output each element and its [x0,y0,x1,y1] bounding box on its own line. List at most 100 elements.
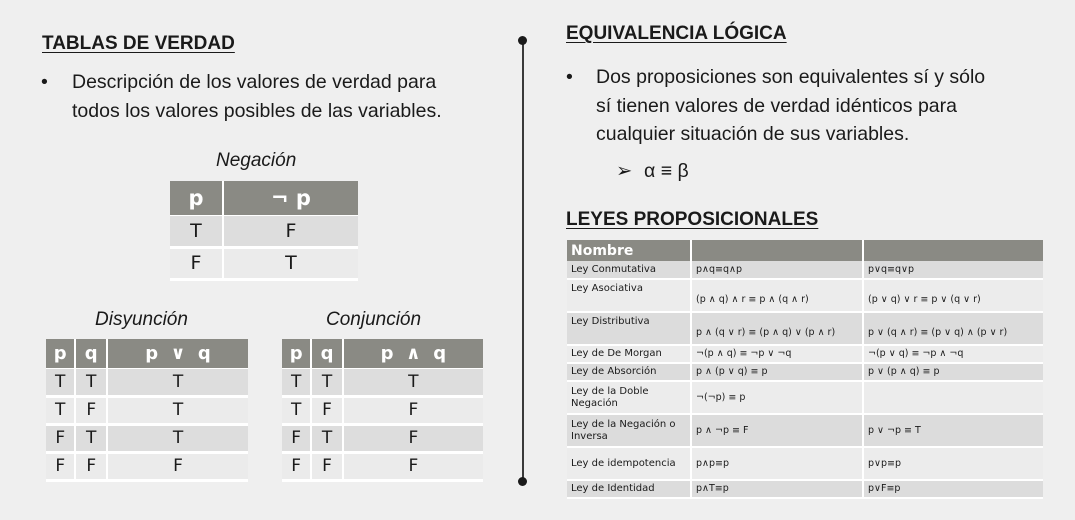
disjunction-caption: Disyunción [95,309,188,330]
table-row: Ley de la Doble Negación ¬(¬p) ≡ p [567,381,1043,415]
table-row: F T T [46,424,248,454]
table-cell: T [170,215,224,249]
table-row: T T T [282,368,483,398]
bullet-dot: • [41,71,48,93]
table-cell: T [107,424,248,454]
description-line-2: sí tienen valores de verdad idénticos pa… [596,94,957,117]
table-cell: F [75,396,109,426]
table-header-row: p q p ∧ q [282,339,483,369]
table-row: Ley de la Negación o Inversa p ∧ ¬p ≡ F … [567,414,1043,448]
truth-tables-description: • Descripción de los valores de verdad p… [41,68,501,128]
table-row: Ley de idempotencia p∧p≡p p∨p≡p [567,447,1043,481]
law-name: Ley de Identidad [567,480,692,499]
column-header: p [46,339,77,369]
law-formula: p∨p≡p [863,447,1043,481]
law-name: Ley Asociativa [567,279,692,313]
column-header: p ∧ q [342,339,483,369]
column-header: q [311,339,344,369]
table-cell: F [75,452,109,482]
table-row: F T F [282,424,483,454]
table-cell: F [46,452,77,482]
negation-truth-table: p ¬ p T F F T [170,181,358,281]
law-formula: p ∨ ¬p ≡ T [863,414,1043,448]
law-formula: p∨F≡p [863,480,1043,499]
column-header: q [75,339,109,369]
logical-equivalence-heading: EQUIVALENCIA LÓGICA [566,23,787,44]
negation-caption: Negación [216,150,297,171]
law-formula: (p ∨ q) ∨ r ≡ p ∨ (q ∨ r) [863,279,1043,313]
table-cell: F [342,396,483,426]
propositional-laws-heading: LEYES PROPOSICIONALES [566,209,819,230]
table-cell: F [282,424,313,454]
divider-top-dot [518,36,527,45]
table-cell: T [311,368,344,398]
equivalence-description: • Dos proposiciones son equivalentes sí … [566,63,1056,153]
law-name: Ley de Absorción [567,363,692,382]
law-formula: p ∧ ¬p ≡ F [691,414,864,448]
table-cell: T [46,368,77,398]
law-formula: (p ∧ q) ∧ r ≡ p ∧ (q ∧ r) [691,279,864,313]
column-header: p [170,181,224,216]
table-row: Ley de De Morgan ¬(p ∧ q) ≡ ¬p ∨ ¬q ¬(p … [567,345,1043,364]
table-cell: F [342,424,483,454]
table-cell: T [342,368,483,398]
column-header [863,240,1043,261]
truth-tables-heading: TABLAS DE VERDAD [42,33,235,54]
conjunction-truth-table: p q p ∧ q T T T T F F F T F F F F [282,339,483,482]
table-row: Ley Distributiva p ∧ (q ∨ r) ≡ (p ∧ q) ∨… [567,312,1043,346]
law-name: Ley de la Negación o Inversa [567,414,692,448]
law-formula: p ∧ (q ∨ r) ≡ (p ∧ q) ∨ (p ∧ r) [691,312,864,346]
table-cell: F [46,424,77,454]
table-cell: T [282,396,313,426]
law-formula: ¬(p ∧ q) ≡ ¬p ∨ ¬q [691,345,864,364]
description-line-3: cualquier situación de sus variables. [596,123,910,145]
law-name: Ley de De Morgan [567,345,692,364]
table-row: T T T [46,368,248,398]
description-line-1: Dos proposiciones son equivalentes sí y … [596,66,986,88]
column-header: ¬ p [222,181,358,216]
description-line-1: Descripción de los valores de verdad par… [72,71,437,93]
column-header: p ∨ q [107,339,248,369]
table-cell: F [311,396,344,426]
table-row: T F T [46,396,248,426]
law-formula: p ∨ (q ∧ r) ≡ (p ∨ q) ∧ (p ∨ r) [863,312,1043,346]
law-name: Ley de la Doble Negación [567,381,692,415]
law-name: Ley de idempotencia [567,447,692,481]
propositional-laws-table: Nombre Ley Conmutativa p∧q≡q∧p p∨q≡q∨p L… [567,240,1043,499]
table-cell: F [311,452,344,482]
table-cell: T [311,424,344,454]
table-row: F F F [282,452,483,482]
law-formula: p ∧ (p ∨ q) ≡ p [691,363,864,382]
table-cell: T [75,424,109,454]
bullet-dot: • [566,66,573,88]
table-cell: F [342,452,483,482]
table-header-row: p ¬ p [170,181,358,216]
disjunction-truth-table: p q p ∨ q T T T T F T F T T F F F [46,339,248,482]
table-cell: F [107,452,248,482]
table-row: F T [170,247,358,281]
divider-bottom-dot [518,477,527,486]
equivalence-formula: α ≡ β [644,160,689,182]
table-cell: T [282,368,313,398]
table-cell: T [107,368,248,398]
law-formula: p∧q≡q∧p [691,261,864,280]
table-cell: T [107,396,248,426]
arrow-bullet-icon: ➢ [616,160,633,182]
table-header-row: Nombre [567,240,1043,261]
table-header-row: p q p ∨ q [46,339,248,369]
table-cell: F [222,215,358,249]
law-formula: p∨q≡q∨p [863,261,1043,280]
table-row: T F [170,215,358,249]
law-formula: p∧p≡p [691,447,864,481]
description-line-2: todos los valores posibles de las variab… [72,99,442,122]
law-formula: p ∨ (p ∧ q) ≡ p [863,363,1043,382]
table-cell: T [75,368,109,398]
law-formula [863,381,1043,415]
table-cell: T [46,396,77,426]
law-formula: ¬(p ∨ q) ≡ ¬p ∧ ¬q [863,345,1043,364]
vertical-divider [522,40,524,482]
table-row: Ley de Absorción p ∧ (p ∨ q) ≡ p p ∨ (p … [567,363,1043,382]
table-cell: F [282,452,313,482]
table-row: F F F [46,452,248,482]
column-header: p [282,339,313,369]
